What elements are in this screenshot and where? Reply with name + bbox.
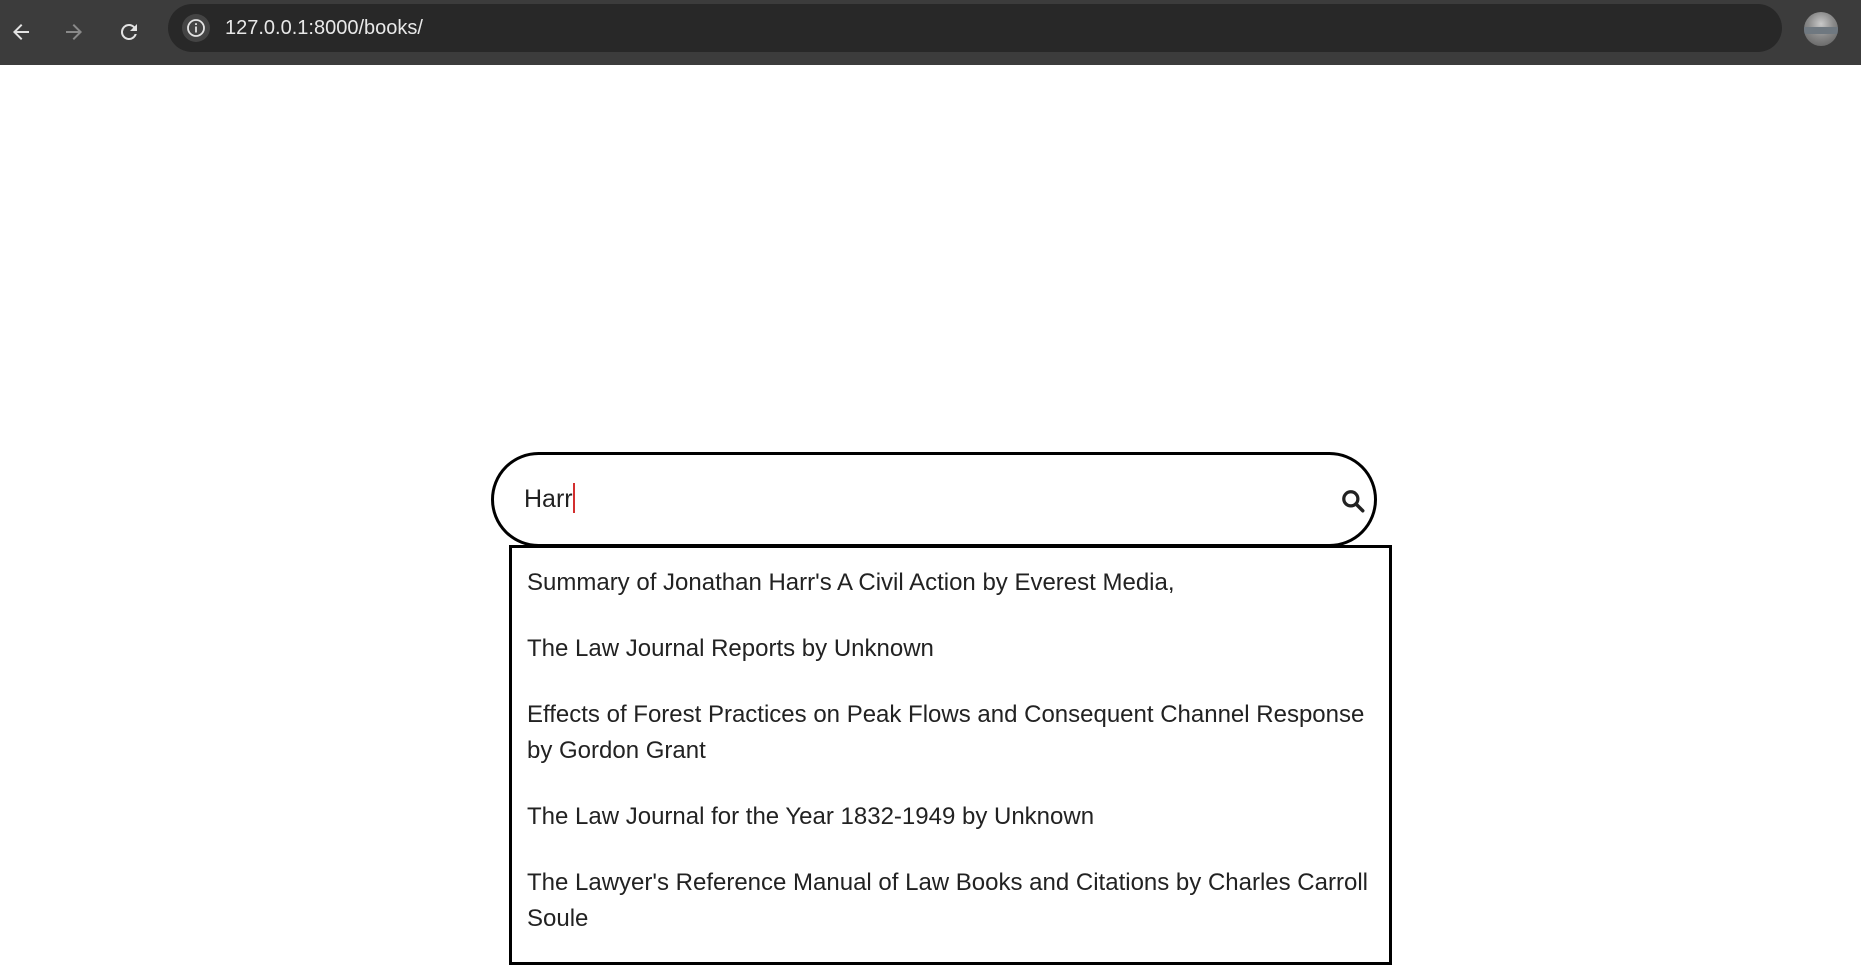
url-text[interactable]: 127.0.0.1:8000/books/: [225, 17, 423, 40]
back-button[interactable]: [0, 11, 42, 53]
arrow-left-icon: [13, 24, 29, 40]
reload-icon: [120, 23, 137, 40]
suggestion-item[interactable]: Effects of Forest Practices on Peak Flow…: [527, 697, 1377, 769]
browser-toolbar: 127.0.0.1:8000/books/: [0, 0, 1861, 65]
profile-avatar[interactable]: [1804, 12, 1838, 46]
search-bar: [491, 452, 1377, 547]
suggestion-item[interactable]: Summary of Jonathan Harr's A Civil Actio…: [527, 565, 1377, 601]
suggestions-dropdown: Summary of Jonathan Harr's A Civil Actio…: [509, 545, 1392, 965]
suggestion-item[interactable]: The Lawyer's Reference Manual of Law Boo…: [527, 865, 1377, 937]
address-bar[interactable]: 127.0.0.1:8000/books/: [168, 4, 1782, 52]
search-icon: [1342, 490, 1365, 513]
suggestion-item[interactable]: The Law Journal for the Year 1832-1949 b…: [527, 799, 1377, 835]
text-cursor: [573, 483, 575, 513]
forward-button[interactable]: [53, 11, 95, 53]
reload-button[interactable]: [108, 11, 150, 53]
site-info-icon[interactable]: [182, 14, 210, 42]
suggestion-item[interactable]: The Law Journal Reports by Unknown: [527, 631, 1377, 667]
search-input[interactable]: [524, 475, 1284, 523]
search-button[interactable]: [1337, 485, 1369, 517]
arrow-right-icon: [66, 24, 82, 40]
